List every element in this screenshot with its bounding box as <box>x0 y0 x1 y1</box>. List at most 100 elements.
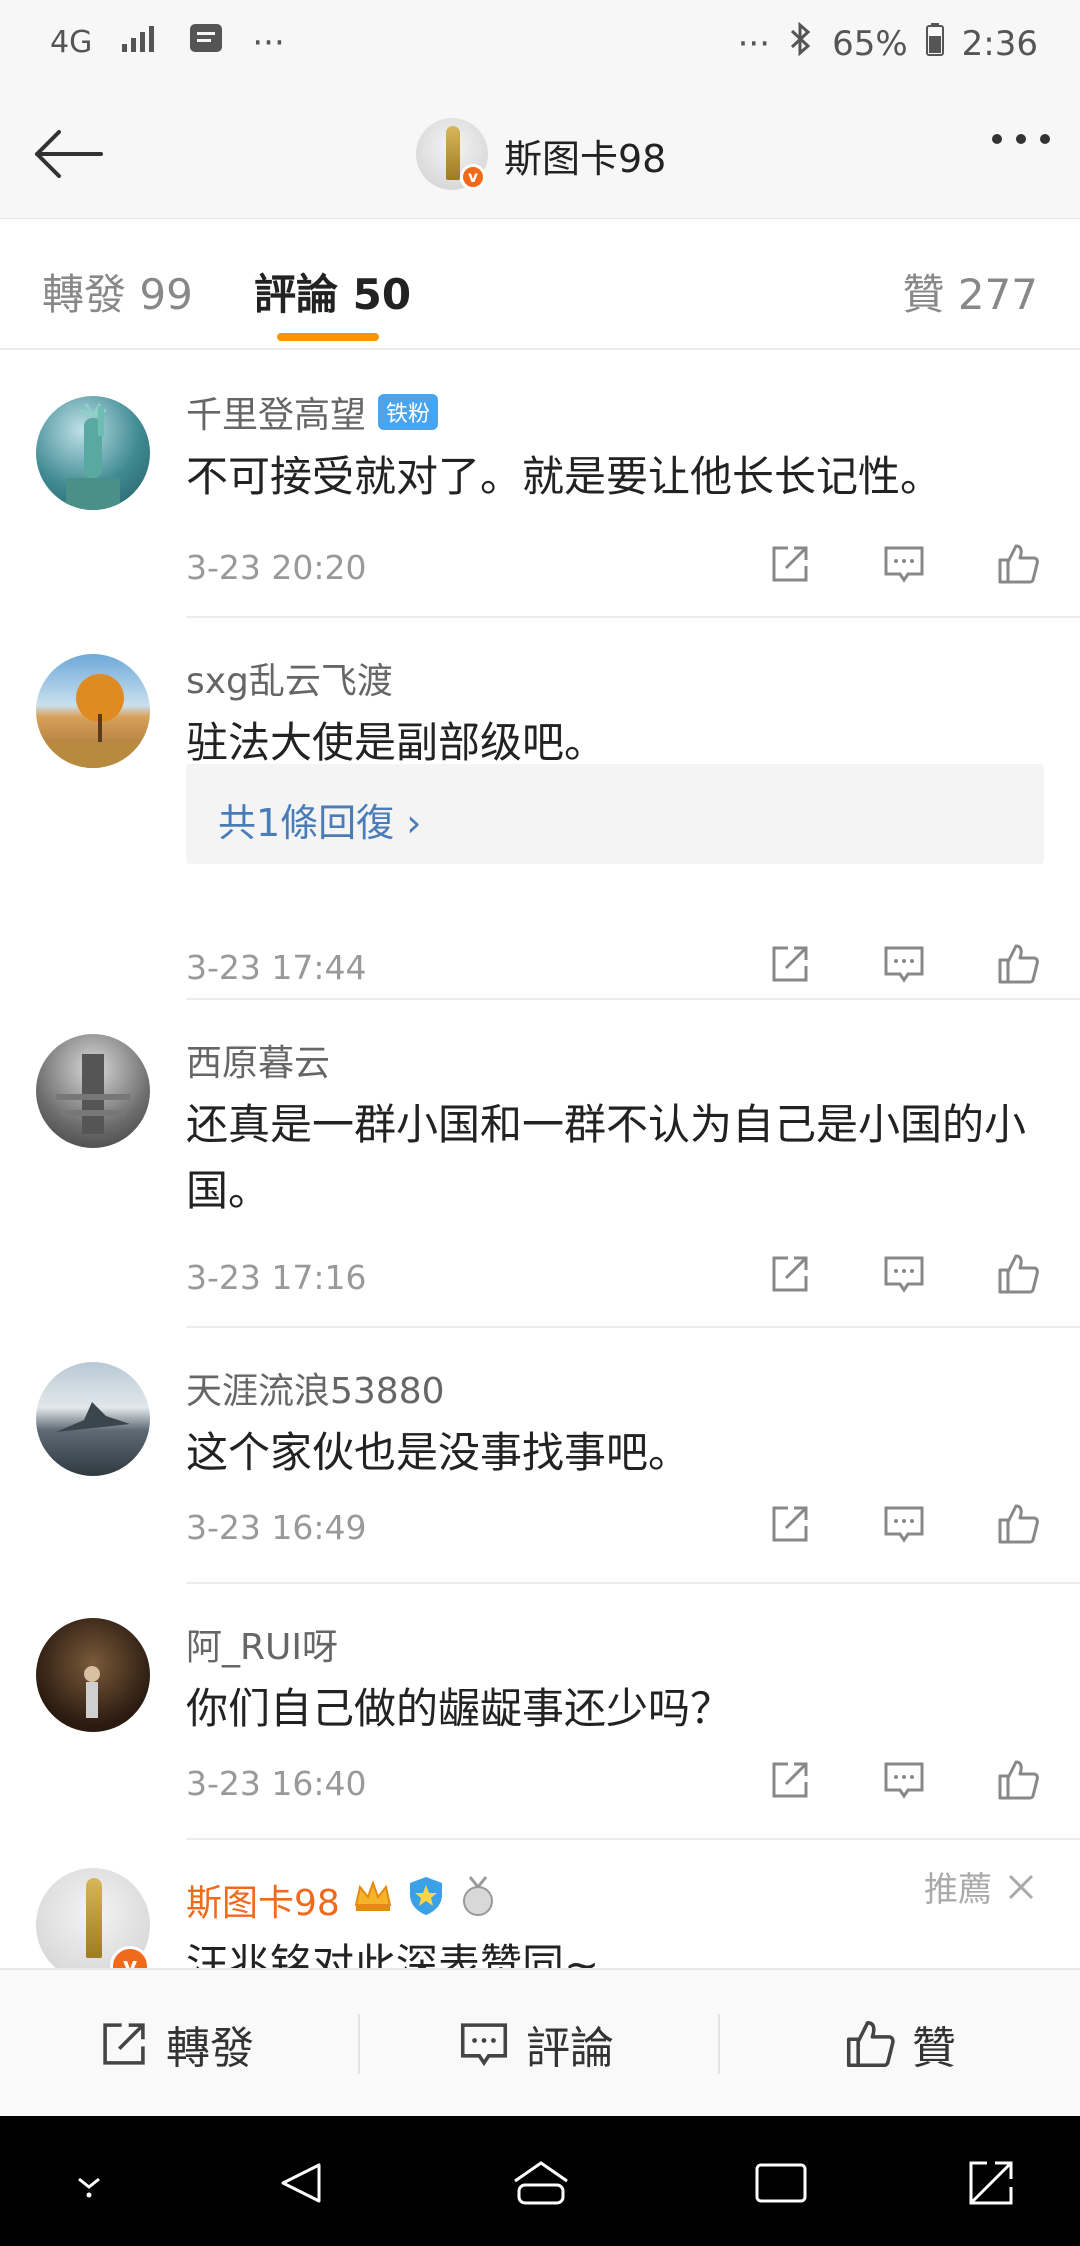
verified-badge-icon: v <box>460 164 486 190</box>
avatar[interactable] <box>36 396 150 510</box>
tab-count: 277 <box>957 270 1038 319</box>
repost-label: 轉發 <box>166 2023 254 2074</box>
fan-badge: 铁粉 <box>378 394 439 430</box>
bullet-image <box>446 126 460 180</box>
tab-label: 評論 <box>254 270 339 319</box>
home-nav-button[interactable] <box>506 2148 576 2218</box>
divider <box>186 1582 1080 1584</box>
recommend-text: 推薦 <box>924 1870 992 1910</box>
like-icon[interactable] <box>996 942 1040 986</box>
back-arrow-icon <box>35 130 103 178</box>
verified-badge-icon: v <box>110 1946 150 1968</box>
share-icon[interactable] <box>768 1502 812 1546</box>
share-icon[interactable] <box>768 942 812 986</box>
like-icon[interactable] <box>996 542 1040 586</box>
signal-icon <box>120 22 160 63</box>
crown-icon <box>352 1875 394 1926</box>
comment-icon[interactable] <box>882 1502 926 1546</box>
comment-username[interactable]: 天涯流浪53880 <box>186 1362 445 1414</box>
comment-button[interactable]: 評論 <box>458 1970 614 2118</box>
divider <box>186 1838 1080 1840</box>
tab-count: 99 <box>139 270 193 319</box>
dot-icon <box>1016 134 1026 144</box>
like-icon[interactable] <box>996 1502 1040 1546</box>
dot-icon <box>1040 134 1050 144</box>
comment-username[interactable]: 千里登高望 <box>186 386 366 438</box>
comment-username[interactable]: sxg乱云飞渡 <box>186 652 393 704</box>
reply-thread-button[interactable]: 共1條回復 › <box>186 764 1044 864</box>
close-icon[interactable] <box>1006 1872 1036 1902</box>
share-icon[interactable] <box>768 1252 812 1296</box>
comment-username[interactable]: 斯图卡98 <box>186 1874 340 1926</box>
share-icon[interactable] <box>768 542 812 586</box>
status-ellipsis-left: ··· <box>252 22 285 63</box>
comment-text[interactable]: 汪兆铭对此深表赞同~ <box>186 1932 1050 1968</box>
like-label: 贊 <box>912 2023 956 2074</box>
battery-percent: 65% <box>832 23 908 64</box>
network-indicator: 4G <box>50 25 93 60</box>
person-photo-image <box>84 1666 100 1718</box>
like-icon <box>846 2020 895 2068</box>
comment-username[interactable]: 西原暮云 <box>186 1034 330 1086</box>
recents-nav-button[interactable] <box>746 2148 816 2218</box>
avatar[interactable] <box>36 1618 150 1732</box>
repost-button[interactable]: 轉發 <box>98 1970 254 2118</box>
medal-icon <box>458 1875 498 1926</box>
comment-time: 3-23 16:40 <box>186 1764 367 1803</box>
comment-text[interactable]: 还真是一群小国和一群不认为自己是小国的小国。 <box>186 1092 1050 1224</box>
comment-text[interactable]: 不可接受就对了。就是要让他长长记性。 <box>186 444 1050 510</box>
autumn-tree-image <box>36 674 150 768</box>
triangle-back-icon <box>281 2163 321 2203</box>
recents-icon <box>755 2163 807 2203</box>
home-icon <box>514 2161 568 2205</box>
comment-text[interactable]: 这个家伙也是没事找事吧。 <box>186 1420 1050 1486</box>
bullet-image <box>86 1878 102 1958</box>
statue-image <box>66 403 120 510</box>
tab-bar: 轉發 99 評論 50 贊 277 <box>0 218 1080 350</box>
avatar[interactable] <box>36 1034 150 1148</box>
dot-icon <box>992 134 1002 144</box>
expand-nav-button[interactable] <box>956 2148 1026 2218</box>
more-options-button[interactable] <box>992 134 1050 144</box>
tab-label: 轉發 <box>42 270 127 319</box>
comment-label: 評論 <box>526 2023 614 2074</box>
expand-icon <box>969 2161 1013 2205</box>
battery-icon <box>925 22 944 65</box>
comment-icon[interactable] <box>882 1252 926 1296</box>
comment-icon[interactable] <box>882 542 926 586</box>
tab-count: 50 <box>352 270 412 319</box>
status-bar: 4G ··· ··· 65% 2:36 <box>0 0 1080 90</box>
divider <box>186 616 1080 618</box>
comment-icon[interactable] <box>882 942 926 986</box>
building-image <box>56 1054 130 1134</box>
bluetooth-icon <box>788 21 814 65</box>
comment-time: 3-23 17:16 <box>186 1258 367 1297</box>
shield-icon <box>406 1875 446 1926</box>
message-icon <box>188 22 224 63</box>
like-button[interactable]: 贊 <box>844 1970 956 2118</box>
author-avatar[interactable]: v <box>416 118 488 190</box>
comment-username[interactable]: 阿_RUI呀 <box>186 1618 338 1670</box>
back-nav-button[interactable] <box>266 2148 336 2218</box>
recommend-label: 推薦 <box>924 1862 1036 1911</box>
back-button[interactable] <box>22 116 112 192</box>
active-tab-indicator <box>277 333 379 341</box>
separator <box>358 2014 360 2074</box>
avatar[interactable] <box>36 654 150 768</box>
hide-keyboard-button[interactable] <box>54 2148 124 2218</box>
share-icon[interactable] <box>768 1758 812 1802</box>
avatar[interactable] <box>36 1362 150 1476</box>
like-icon[interactable] <box>996 1252 1040 1296</box>
tab-comment[interactable]: 評論 50 <box>254 261 411 322</box>
tab-repost[interactable]: 轉發 99 <box>42 261 193 322</box>
comment-text[interactable]: 你们自己做的龌龊事还少吗？ <box>186 1676 1050 1742</box>
comment-list[interactable]: 千里登高望 铁粉 不可接受就对了。就是要让他长长记性。 3-23 20:20 sx… <box>0 352 1080 1968</box>
page-title[interactable]: 斯图卡98 <box>504 128 666 183</box>
avatar[interactable]: v <box>36 1868 150 1968</box>
reply-count-label: 共1條回復 › <box>218 801 422 845</box>
tab-like[interactable]: 贊 277 <box>902 261 1038 322</box>
comment-time: 3-23 16:49 <box>186 1508 367 1547</box>
comment-icon[interactable] <box>882 1758 926 1802</box>
tab-label: 贊 <box>902 270 945 319</box>
like-icon[interactable] <box>996 1758 1040 1802</box>
